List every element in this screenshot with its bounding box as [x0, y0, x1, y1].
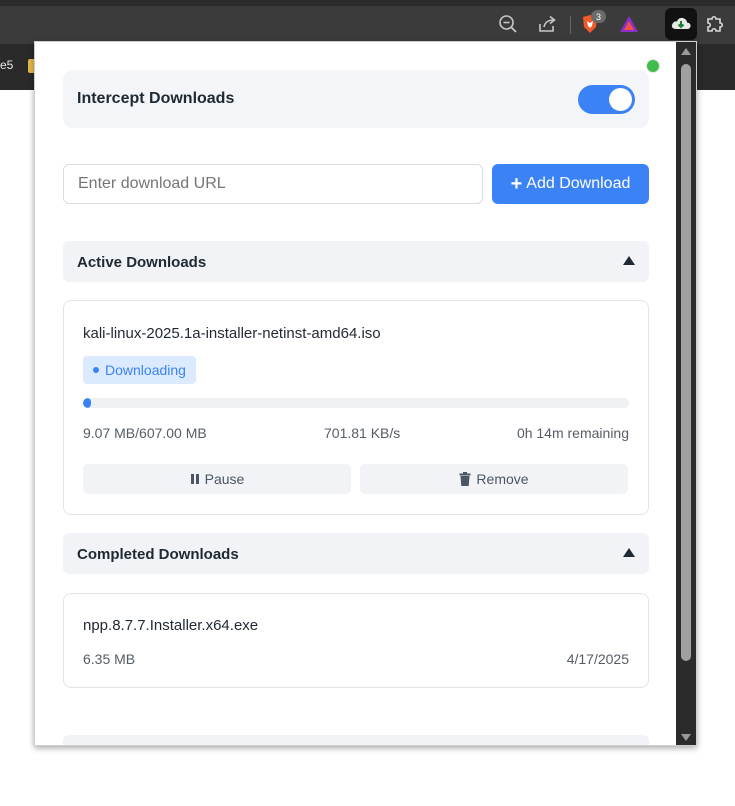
zoom-out-icon[interactable]: [496, 12, 520, 36]
scroll-down-arrow-icon[interactable]: [681, 734, 691, 741]
progress-bar: [83, 398, 629, 408]
pause-label: Pause: [204, 471, 245, 487]
remove-label: Remove: [476, 471, 529, 487]
download-size: 9.07 MB/607.00 MB: [83, 425, 207, 441]
completed-date: 4/17/2025: [566, 651, 629, 667]
brave-rewards-icon[interactable]: [617, 12, 641, 36]
toggle-knob: [609, 88, 632, 111]
scroll-thumb[interactable]: [681, 64, 691, 661]
extensions-puzzle-icon[interactable]: [703, 12, 727, 36]
intercept-card: Intercept Downloads: [63, 70, 649, 128]
toolbar-divider: [570, 16, 571, 34]
download-speed: 701.81 KB/s: [324, 425, 401, 441]
file-size: 6.35 MB: [83, 651, 136, 667]
active-downloads-header[interactable]: Active Downloads: [63, 241, 649, 282]
collapse-caret-icon[interactable]: [623, 548, 635, 557]
time-remaining: 0h 14m remaining: [516, 425, 629, 441]
section-title: Active Downloads: [77, 254, 207, 271]
add-download-button[interactable]: + Add Download: [492, 164, 649, 204]
progress-fill: [83, 398, 92, 408]
download-extension-icon[interactable]: [665, 8, 697, 40]
plus-icon: +: [510, 173, 523, 195]
pause-button[interactable]: Pause: [83, 464, 351, 494]
popup-scrollbar[interactable]: [676, 42, 696, 745]
status-label: Downloading: [105, 362, 186, 378]
add-download-label: Add Download: [526, 175, 631, 192]
bookmark-item-label[interactable]: e5: [0, 58, 13, 72]
status-dot-icon: [93, 367, 99, 373]
trash-icon: [459, 472, 471, 486]
intercept-toggle[interactable]: [578, 85, 635, 114]
next-section-header[interactable]: [63, 735, 649, 745]
download-url-input[interactable]: [63, 164, 483, 204]
remove-button[interactable]: Remove: [360, 464, 628, 494]
completed-downloads-header[interactable]: Completed Downloads: [63, 533, 649, 574]
collapse-caret-icon[interactable]: [623, 256, 635, 265]
active-download-item: kali-linux-2025.1a-installer-netinst-amd…: [63, 300, 649, 515]
download-manager-popup: Intercept Downloads + Add Download Activ…: [34, 41, 697, 746]
connection-status-dot: [646, 59, 660, 73]
pause-icon: [190, 474, 199, 484]
share-icon[interactable]: [535, 12, 559, 36]
intercept-label: Intercept Downloads: [77, 90, 235, 107]
section-title: Completed Downloads: [77, 546, 239, 563]
file-name: npp.8.7.7.Installer.x64.exe: [83, 617, 259, 634]
scroll-up-arrow-icon[interactable]: [681, 48, 691, 55]
status-badge: Downloading: [83, 356, 196, 384]
completed-download-item[interactable]: npp.8.7.7.Installer.x64.exe 6.35 MB 4/17…: [63, 593, 649, 688]
file-name: kali-linux-2025.1a-installer-netinst-amd…: [83, 325, 381, 342]
brave-badge-count: 3: [591, 10, 606, 23]
